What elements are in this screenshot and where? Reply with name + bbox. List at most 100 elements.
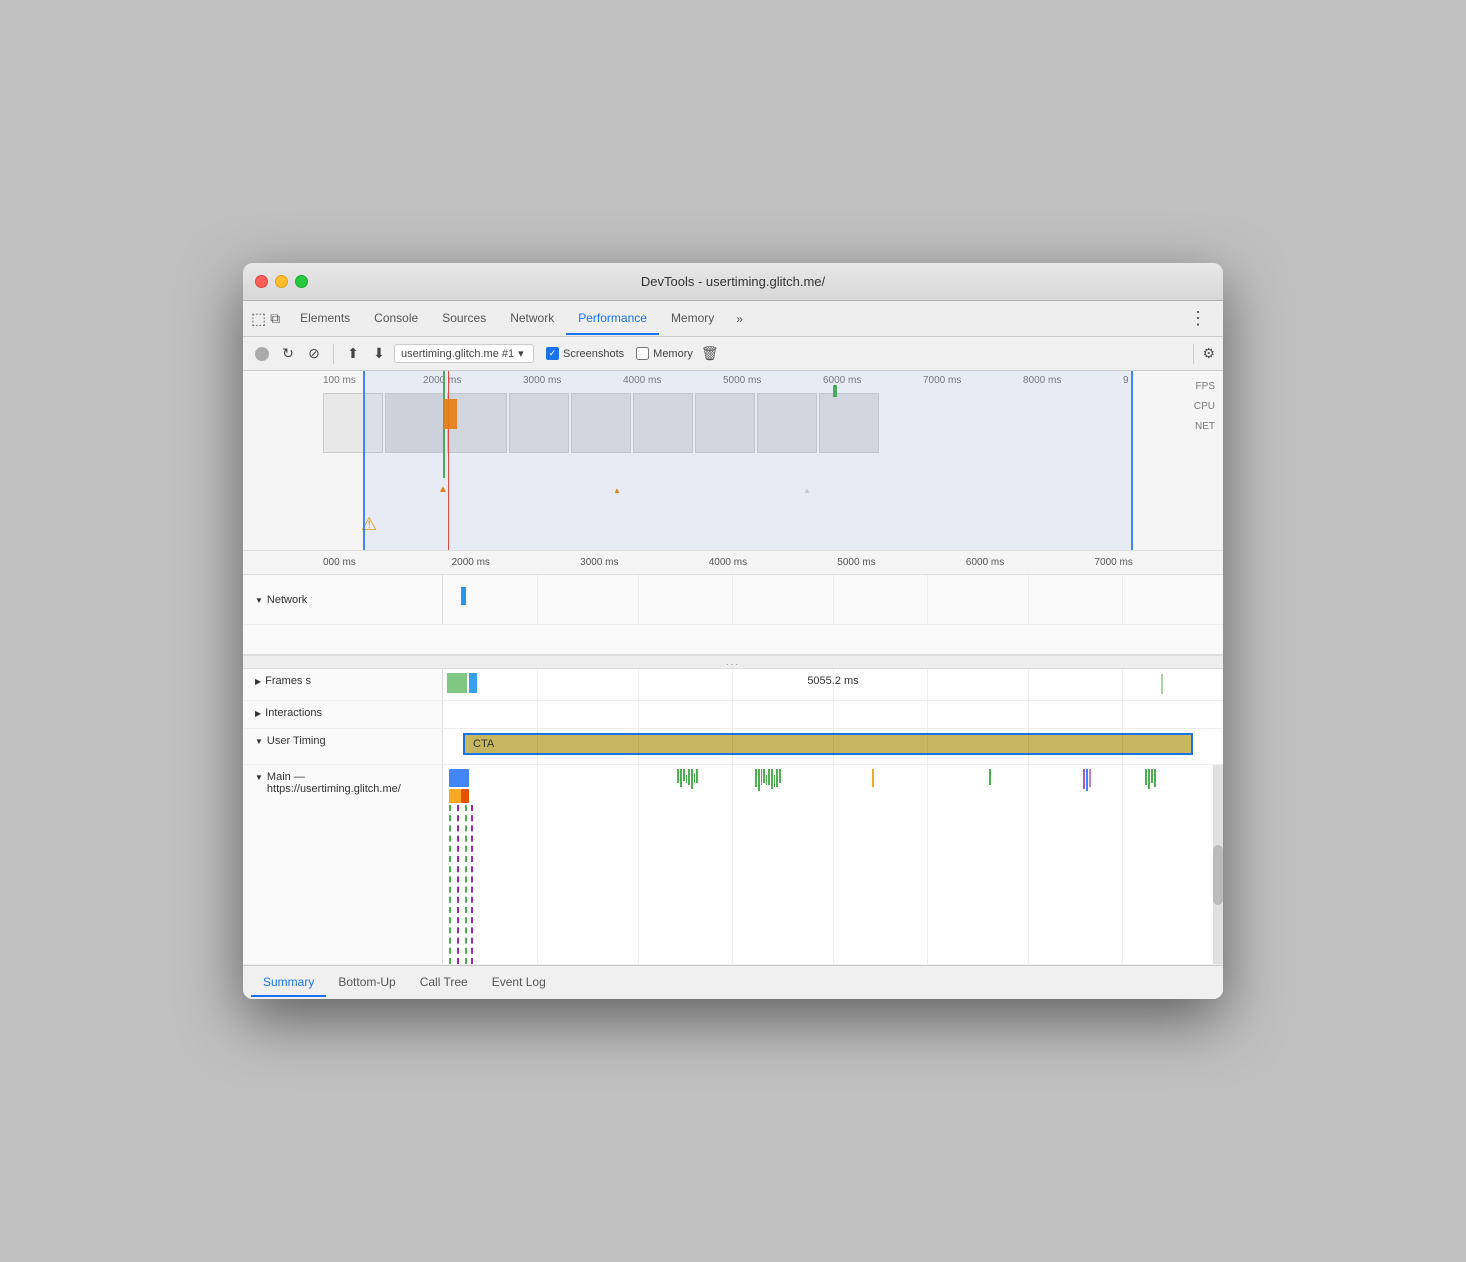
devtools-menu-icon[interactable]: ⋮ xyxy=(1181,304,1215,333)
activity-group-1 xyxy=(677,769,698,789)
vgrid-f6 xyxy=(1028,669,1029,700)
vgrid-u7 xyxy=(1122,729,1123,764)
main-content xyxy=(443,765,1223,964)
triangle-right-icon: ▶ xyxy=(255,677,261,686)
mark-dashed-2 xyxy=(457,805,459,964)
vgrid-i7 xyxy=(1122,701,1123,728)
network-label[interactable]: ▼ Network xyxy=(243,575,443,624)
vgrid-i5 xyxy=(927,701,928,728)
selected-range xyxy=(363,371,1133,550)
vgrid-5 xyxy=(927,575,928,624)
clear-button[interactable]: 🗑 xyxy=(701,345,719,362)
cta-bar[interactable]: CTA xyxy=(463,733,1193,755)
frames-blue-bar xyxy=(469,673,477,693)
br-label-5000: 5000 ms xyxy=(837,557,966,568)
chevron-down-icon: ▾ xyxy=(518,347,524,360)
screenshots-checkbox[interactable]: ✓ xyxy=(546,347,559,360)
record-button[interactable] xyxy=(251,343,273,365)
vgrid-1 xyxy=(537,575,538,624)
tab-sources[interactable]: Sources xyxy=(430,303,498,335)
tab-call-tree[interactable]: Call Tree xyxy=(408,969,480,997)
vgrid-u5 xyxy=(927,729,928,764)
vgrid-u1 xyxy=(537,729,538,764)
frames-content: 5055.2 ms xyxy=(443,669,1223,700)
br-label-0: 000 ms xyxy=(323,557,452,568)
lower-section: ▶ Frames s 5055.2 ms xyxy=(243,669,1223,965)
vgrid-m4 xyxy=(833,765,834,964)
tab-console[interactable]: Console xyxy=(362,303,430,335)
timeline-main: ▼ Network ... xyxy=(243,575,1223,999)
user-timing-label-text: User Timing xyxy=(267,735,326,747)
vgrid-u6 xyxy=(1028,729,1029,764)
tab-memory[interactable]: Memory xyxy=(659,303,726,335)
download-button[interactable]: ⬇ xyxy=(368,343,390,365)
main-bar-blue xyxy=(449,769,469,787)
vgrid-4 xyxy=(833,575,834,624)
performance-toolbar: ↻ ⊘ ⬆ ⬇ usertiming.glitch.me #1 ▾ ✓ Scre… xyxy=(243,337,1223,371)
main-row: ▼ Main — https://usertiming.glitch.me/ xyxy=(243,765,1223,965)
vgrid-i3 xyxy=(732,701,733,728)
screenshots-checkbox-group: ✓ Screenshots xyxy=(546,347,624,360)
mark-dashed-4 xyxy=(471,805,473,964)
interactions-content xyxy=(443,701,1223,728)
scrollbar-thumb[interactable] xyxy=(1213,845,1223,905)
minimize-button[interactable] xyxy=(275,275,288,288)
tab-elements[interactable]: Elements xyxy=(288,303,362,335)
network-row: ▼ Network xyxy=(243,575,1223,625)
vgrid-m3 xyxy=(732,765,733,964)
upload-button[interactable]: ⬆ xyxy=(342,343,364,365)
top-section: ▼ Network xyxy=(243,575,1223,655)
tab-bottom-up[interactable]: Bottom-Up xyxy=(326,969,407,997)
net-label: NET xyxy=(1195,421,1215,432)
activity-isolated-2 xyxy=(989,769,991,785)
cpu-label: CPU xyxy=(1194,401,1215,412)
maximize-button[interactable] xyxy=(295,275,308,288)
window-title: DevTools - usertiming.glitch.me/ xyxy=(641,274,825,289)
mark-dashed-3 xyxy=(465,805,467,964)
vgrid-f3 xyxy=(732,669,733,700)
vgrid-m6 xyxy=(1028,765,1029,964)
interactions-label[interactable]: ▶ Interactions xyxy=(243,701,443,728)
vgrid-m7 xyxy=(1122,765,1123,964)
vgrid-i4 xyxy=(833,701,834,728)
vgrid-f4 xyxy=(833,669,834,700)
main-label[interactable]: ▼ Main — https://usertiming.glitch.me/ xyxy=(243,765,443,964)
tab-summary[interactable]: Summary xyxy=(251,969,326,997)
bottom-tab-bar: Summary Bottom-Up Call Tree Event Log xyxy=(243,965,1223,999)
user-timing-label[interactable]: ▼ User Timing xyxy=(243,729,443,764)
scrollbar[interactable] xyxy=(1213,765,1223,964)
stop-button[interactable]: ⊘ xyxy=(303,343,325,365)
frames-label[interactable]: ▶ Frames s xyxy=(243,669,443,700)
memory-checkbox-group: Memory xyxy=(636,347,693,360)
vgrid-f1 xyxy=(537,669,538,700)
cursor-icon: ⬚ ⧉ xyxy=(251,309,280,329)
settings-gear-icon[interactable]: ⚙ xyxy=(1202,345,1215,362)
memory-checkbox[interactable] xyxy=(636,347,649,360)
more-tabs-button[interactable]: » xyxy=(730,306,749,332)
profile-dropdown-value: usertiming.glitch.me #1 xyxy=(401,348,514,360)
br-label-7000: 7000 ms xyxy=(1094,557,1223,568)
resize-handle[interactable]: ... xyxy=(243,655,1223,669)
vgrid-u3 xyxy=(732,729,733,764)
profile-dropdown[interactable]: usertiming.glitch.me #1 ▾ xyxy=(394,344,534,363)
activity-group-3 xyxy=(1083,769,1091,791)
frame-marker-right xyxy=(1161,674,1163,694)
timeline-overview[interactable]: 100 ms 2000 ms 3000 ms 4000 ms 5000 ms 6… xyxy=(243,371,1223,551)
tab-network[interactable]: Network xyxy=(498,303,566,335)
br-label-3000: 3000 ms xyxy=(580,557,709,568)
tab-performance[interactable]: Performance xyxy=(566,303,659,335)
separator-2 xyxy=(1193,344,1194,364)
activity-group-2 xyxy=(755,769,781,791)
frames-green-bar xyxy=(447,673,467,693)
activity-isolated-1 xyxy=(872,769,874,787)
close-button[interactable] xyxy=(255,275,268,288)
title-bar: DevTools - usertiming.glitch.me/ xyxy=(243,263,1223,301)
br-label-2000: 2000 ms xyxy=(452,557,581,568)
br-label-6000: 6000 ms xyxy=(966,557,1095,568)
vgrid-7 xyxy=(1122,575,1123,624)
reload-button[interactable]: ↻ xyxy=(277,343,299,365)
user-timing-row: ▼ User Timing CTA xyxy=(243,729,1223,765)
vgrid-3 xyxy=(732,575,733,624)
tab-event-log[interactable]: Event Log xyxy=(480,969,558,997)
triangle-down-icon: ▼ xyxy=(255,596,263,605)
